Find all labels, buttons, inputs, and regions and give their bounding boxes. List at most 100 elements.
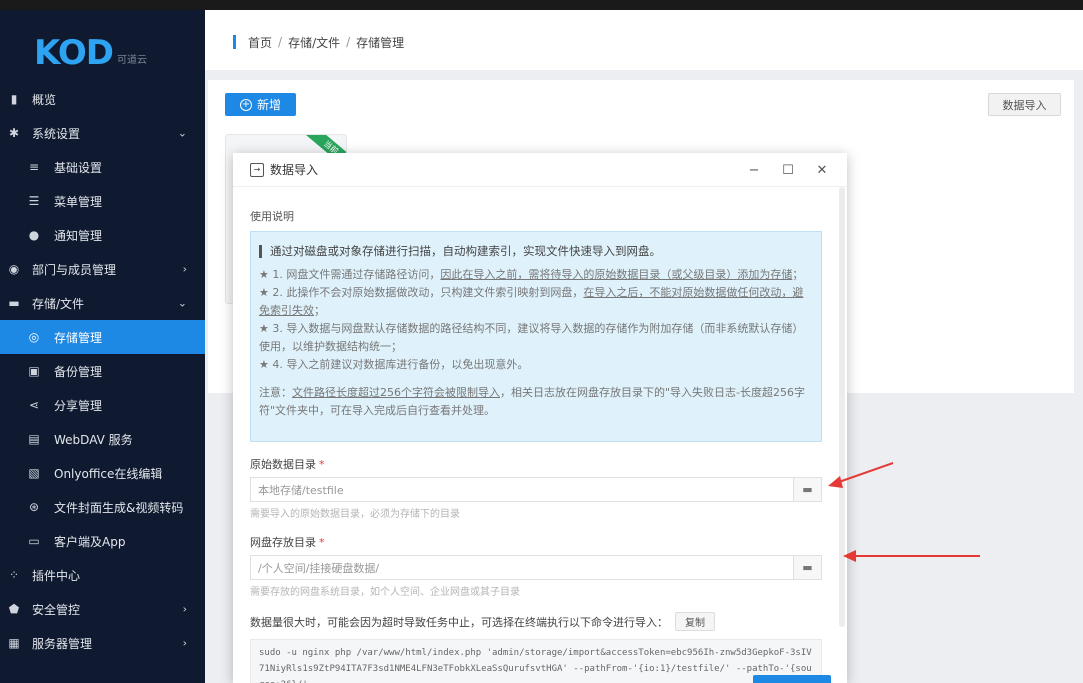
breadcrumb: 首页 / 存储/文件 / 存储管理 [205, 14, 1083, 70]
app-logo[interactable]: KOD 可道云 [0, 10, 205, 82]
sidebar-item-label: 系统设置 [32, 126, 81, 141]
info-item-2: ★ 2. 此操作不会对原始数据做改动，只构建文件索引映射到网盘，在导入之后，不能… [259, 286, 804, 317]
sidebar-item-12[interactable]: ⊛ 文件封面生成&视频转码 [0, 490, 205, 524]
command-tip-text: 数据量很大时，可能会因为超时导致任务中止，可选择在终端执行以下命令进行导入： [250, 615, 668, 629]
logo-subtitle: 可道云 [116, 55, 147, 66]
breadcrumb-storage-files[interactable]: 存储/文件 [288, 34, 340, 51]
info-item-1: ★ 1. 网盘文件需通过存储路径访问，因此在导入之前，需将待导入的原始数据目录（… [259, 268, 804, 281]
folder-picker-icon[interactable]: ▬ [793, 555, 822, 580]
dialog-body: 使用说明 通过对磁盘或对象存储进行扫描，自动构建索引，实现文件快速导入到网盘。 … [250, 208, 822, 683]
chevron-right-icon: › [182, 602, 187, 616]
sidebar-item-label: 存储/文件 [32, 296, 85, 311]
sidebar-item-4[interactable]: ● 通知管理 [0, 218, 205, 252]
plugin-icon: ⁘ [8, 568, 20, 582]
shield-icon: ⬟ [8, 602, 20, 616]
dialog-scrollbar[interactable] [839, 187, 845, 627]
chevron-down-icon: ⌄ [177, 296, 187, 310]
sidebar-item-16[interactable]: ▦ 服务器管理 › [0, 626, 205, 660]
monitor-icon: ▭ [28, 534, 40, 548]
info-lead-bar [259, 244, 262, 258]
chevron-down-icon: ⌄ [177, 126, 187, 140]
copy-button[interactable]: 复制 [675, 612, 715, 631]
source-dir-input[interactable]: 本地存储/testfile [250, 477, 793, 502]
maximize-icon[interactable]: ☐ [771, 163, 805, 178]
sidebar-item-2[interactable]: ≡ 基础设置 [0, 150, 205, 184]
sidebar-item-3[interactable]: ☰ 菜单管理 [0, 184, 205, 218]
sidebar-item-label: 通知管理 [54, 228, 103, 243]
target-dir-field: /个人空间/挂接硬盘数据/ ▬ [250, 555, 822, 580]
sidebar: KOD 可道云 ▮ 概览 ✱ 系统设置 ⌄ ≡ 基础设置 ☰ 菜单管理 ● 通知管理 ◉ 部门与成员管理… [0, 10, 205, 683]
breadcrumb-separator: / [278, 35, 283, 49]
required-mark: * [319, 536, 325, 549]
dialog-title: 数据导入 [270, 163, 319, 177]
server-icon: ▦ [8, 636, 20, 650]
sidebar-item-label: 客户端及App [54, 534, 126, 549]
sliders-icon: ≡ [28, 160, 40, 174]
sidebar-item-label: 基础设置 [54, 160, 103, 175]
data-import-button[interactable]: 数据导入 [988, 93, 1061, 116]
data-import-dialog: → 数据导入 − ☐ ✕ 使用说明 通过对磁盘或对象存储进行扫描，自动构建索引，… [233, 153, 847, 683]
sidebar-item-label: 安全管控 [32, 602, 81, 617]
usage-info-box: 通过对磁盘或对象存储进行扫描，自动构建索引，实现文件快速导入到网盘。 ★ 1. … [250, 231, 822, 442]
chart-icon: ▮ [10, 92, 18, 106]
info-item-4: ★ 4. 导入之前建议对数据库进行备份，以免出现意外。 [259, 358, 529, 371]
save-icon: ▣ [28, 364, 40, 378]
source-dir-hint: 需要导入的原始数据目录，必须为存储下的目录 [250, 509, 460, 520]
dialog-header[interactable]: → 数据导入 − ☐ ✕ [233, 153, 847, 187]
sidebar-item-14[interactable]: ⁘ 插件中心 [0, 558, 205, 592]
convert-icon: ⊛ [28, 500, 40, 514]
target-dir-hint: 需要存放的网盘系统目录，如个人空间、企业网盘或其子目录 [250, 587, 520, 598]
sidebar-item-5[interactable]: ◉ 部门与成员管理 › [0, 252, 205, 286]
info-lead: 通过对磁盘或对象存储进行扫描，自动构建索引，实现文件快速导入到网盘。 [259, 242, 813, 260]
target-dir-input[interactable]: /个人空间/挂接硬盘数据/ [250, 555, 793, 580]
plus-circle-icon: + [239, 98, 252, 111]
sidebar-item-8[interactable]: ▣ 备份管理 [0, 354, 205, 388]
sidebar-item-label: 分享管理 [54, 398, 103, 413]
sidebar-item-10[interactable]: ▤ WebDAV 服务 [0, 422, 205, 456]
office-icon: ▧ [28, 466, 40, 480]
bell-icon: ● [28, 228, 40, 242]
sidebar-item-label: 服务器管理 [32, 636, 93, 651]
sidebar-item-7[interactable]: ◎ 存储管理 [0, 320, 205, 354]
close-icon[interactable]: ✕ [805, 163, 839, 178]
window-controls: − ☐ ✕ [737, 153, 839, 187]
required-mark: * [319, 458, 325, 471]
target-dir-label: 网盘存放目录 * [250, 536, 325, 549]
sidebar-item-9[interactable]: ⋖ 分享管理 [0, 388, 205, 422]
users-icon: ◉ [8, 262, 20, 276]
source-dir-field: 本地存储/testfile ▬ [250, 477, 822, 502]
sidebar-item-15[interactable]: ⬟ 安全管控 › [0, 592, 205, 626]
sidebar-item-label: 备份管理 [54, 364, 103, 379]
add-button-label: 新增 [256, 98, 281, 112]
breadcrumb-storage-management: 存储管理 [356, 35, 405, 50]
logo-text: KOD [34, 33, 114, 73]
command-box[interactable]: sudo -u nginx php /var/www/html/index.ph… [250, 639, 822, 683]
confirm-button[interactable] [753, 675, 831, 683]
folder-picker-icon[interactable]: ▬ [793, 477, 822, 502]
info-item-3: ★ 3. 导入数据与网盘默认存储数据的路径结构不同，建议将导入数据的存储作为附加… [259, 322, 804, 353]
sidebar-item-label: 插件中心 [32, 568, 81, 583]
sidebar-item-label: 文件封面生成&视频转码 [54, 500, 184, 515]
sidebar-item-label: Onlyoffice在线编辑 [54, 466, 163, 481]
add-button[interactable]: + 新增 [225, 93, 296, 116]
sidebar-item-label: 存储管理 [54, 330, 103, 345]
minimize-icon[interactable]: − [737, 163, 771, 178]
sidebar-item-label: 概览 [32, 92, 57, 107]
import-icon: → [250, 162, 264, 177]
webdav-icon: ▤ [28, 432, 40, 446]
sidebar-item-label: 菜单管理 [54, 194, 103, 209]
breadcrumb-separator: / [346, 35, 351, 49]
chevron-right-icon: › [182, 636, 187, 650]
info-note: 注意：文件路径长度超过256个字符会被限制导入，相关日志放在网盘存放目录下的"导… [259, 386, 806, 417]
sidebar-item-6[interactable]: ▬ 存储/文件 ⌄ [0, 286, 205, 320]
sidebar-item-label: WebDAV 服务 [54, 432, 133, 447]
sidebar-item-13[interactable]: ▭ 客户端及App [0, 524, 205, 558]
sidebar-item-11[interactable]: ▧ Onlyoffice在线编辑 [0, 456, 205, 490]
gear-icon: ✱ [8, 126, 20, 140]
sidebar-item-label: 部门与成员管理 [32, 262, 117, 277]
sidebar-item-1[interactable]: ✱ 系统设置 ⌄ [0, 116, 205, 150]
menu-icon: ☰ [28, 194, 40, 208]
sidebar-item-0[interactable]: ▮ 概览 [0, 82, 205, 116]
chevron-right-icon: › [182, 262, 187, 276]
breadcrumb-home[interactable]: 首页 [248, 34, 272, 51]
